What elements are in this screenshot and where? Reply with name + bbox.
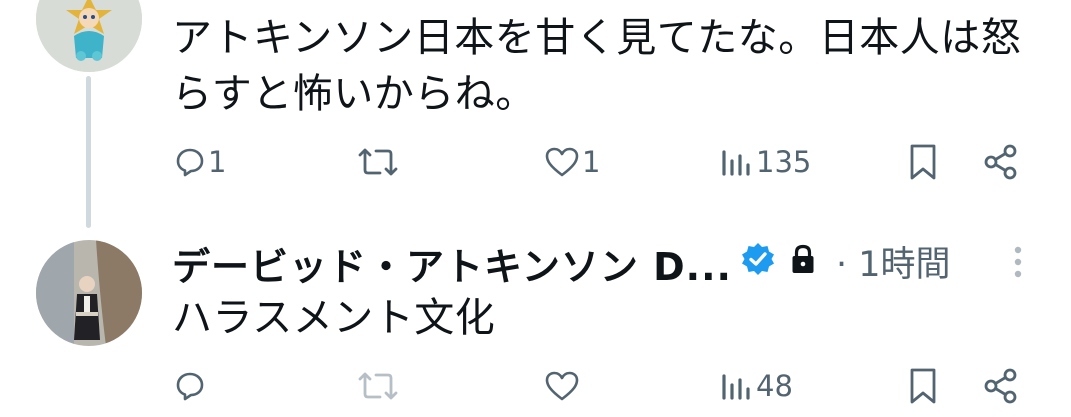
- post-time[interactable]: · 1時間: [836, 236, 951, 287]
- tweet-text-line: らすと怖いからね。: [172, 71, 536, 117]
- share-icon: [982, 143, 1020, 181]
- tweet-actions: 1 1 135: [0, 140, 1071, 184]
- analytics-icon: [720, 146, 754, 178]
- reply-button[interactable]: 1: [174, 140, 226, 184]
- like-button[interactable]: [544, 364, 582, 408]
- share-button[interactable]: [982, 364, 1020, 408]
- bookmark-button[interactable]: [908, 364, 938, 408]
- reply-icon: [174, 370, 206, 402]
- avatar[interactable]: [36, 0, 142, 72]
- more-vertical-icon: [1010, 246, 1026, 284]
- tweet-text-line: アトキンソン日本を甘く見てたな。日本人は怒: [172, 15, 1022, 61]
- heart-icon: [544, 370, 580, 402]
- repost-button[interactable]: [356, 364, 402, 408]
- share-icon: [982, 367, 1020, 405]
- author-name[interactable]: デービッド・アトキンソン D...: [172, 236, 732, 291]
- view-count: 135: [756, 145, 812, 179]
- view-count: 48: [756, 369, 793, 403]
- reply-count: 1: [208, 145, 227, 179]
- reply-icon: [174, 146, 206, 178]
- protected-badge: [790, 238, 816, 284]
- like-button[interactable]: 1: [544, 140, 600, 184]
- more-options-button[interactable]: [1010, 244, 1026, 284]
- tweet-actions: 48: [0, 364, 1071, 408]
- repost-icon: [356, 145, 400, 179]
- lock-icon: [790, 243, 816, 279]
- analytics-icon: [720, 370, 754, 402]
- tweet-text: ハラスメント文化: [172, 295, 496, 341]
- repost-icon: [356, 369, 400, 403]
- author-badges: [740, 238, 776, 284]
- views-button[interactable]: 48: [720, 364, 793, 408]
- repost-button[interactable]: [356, 140, 402, 184]
- avatar[interactable]: [36, 240, 142, 346]
- views-button[interactable]: 135: [720, 140, 811, 184]
- bookmark-button[interactable]: [908, 140, 938, 184]
- bookmark-icon: [908, 367, 938, 405]
- share-button[interactable]: [982, 140, 1020, 184]
- like-count: 1: [582, 145, 601, 179]
- bookmark-icon: [908, 143, 938, 181]
- reply-button[interactable]: [174, 364, 208, 408]
- heart-icon: [544, 146, 580, 178]
- verified-badge-icon: [740, 241, 776, 281]
